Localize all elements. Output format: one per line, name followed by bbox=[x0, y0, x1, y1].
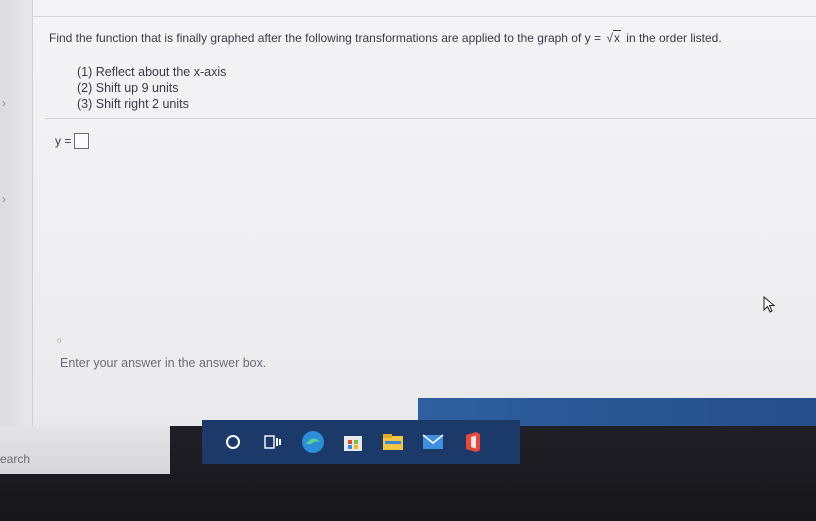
answer-input-box[interactable] bbox=[74, 133, 90, 149]
cortana-icon[interactable] bbox=[220, 429, 246, 455]
question-text: Find the function that is finally graphe… bbox=[49, 30, 722, 45]
task-view-icon[interactable] bbox=[260, 429, 286, 455]
answer-row: y = bbox=[55, 133, 90, 149]
mail-icon[interactable] bbox=[420, 429, 446, 455]
section-divider bbox=[45, 118, 816, 119]
question-panel: Find the function that is finally graphe… bbox=[33, 0, 816, 427]
left-sidebar-strip: › › bbox=[0, 0, 33, 470]
step-3: (3) Shift right 2 units bbox=[77, 97, 189, 111]
edge-icon[interactable] bbox=[300, 429, 326, 455]
store-icon[interactable] bbox=[340, 429, 366, 455]
answer-label: y = bbox=[55, 134, 72, 148]
step-1: (1) Reflect about the x-axis bbox=[77, 65, 227, 79]
office-icon[interactable] bbox=[460, 429, 486, 455]
chevron-right-icon[interactable]: › bbox=[2, 192, 6, 206]
mouse-cursor-icon bbox=[763, 296, 776, 313]
status-mark: o bbox=[57, 336, 62, 345]
step-2: (2) Shift up 9 units bbox=[77, 81, 179, 95]
taskbar-search-text[interactable]: earch bbox=[0, 452, 30, 466]
top-divider bbox=[33, 16, 816, 17]
monitor-screen: › › Find the function that is finally gr… bbox=[0, 0, 816, 521]
chevron-right-icon[interactable]: › bbox=[2, 96, 6, 110]
file-explorer-icon[interactable] bbox=[380, 429, 406, 455]
taskbar-search-box[interactable] bbox=[0, 426, 170, 474]
transformation-steps: (1) Reflect about the x-axis (2) Shift u… bbox=[77, 64, 226, 112]
square-root-expression: √x bbox=[606, 30, 621, 45]
taskbar-icons bbox=[202, 420, 520, 464]
answer-hint: Enter your answer in the answer box. bbox=[60, 356, 267, 370]
